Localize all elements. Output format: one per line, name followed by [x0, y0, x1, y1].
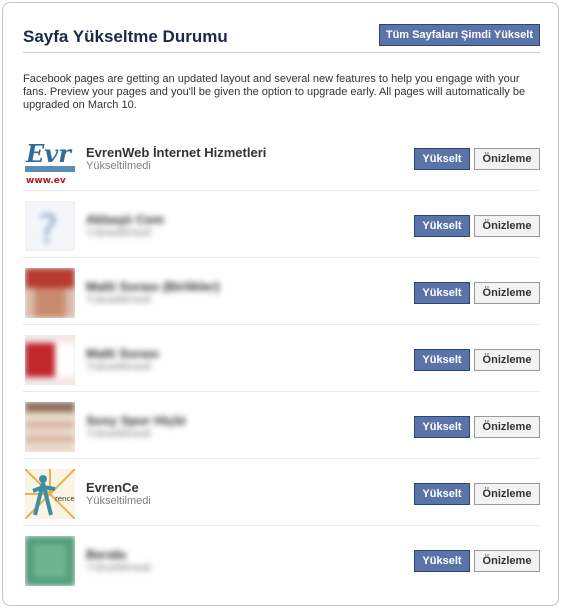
page-status: Yükseltilmedi	[86, 361, 151, 373]
page-status: Yükseltilmedi	[86, 428, 151, 440]
page-name[interactable]: EvrenCe	[86, 480, 139, 495]
upgrade-button[interactable]: Yükselt	[414, 483, 470, 505]
page-thumbnail: ?	[25, 201, 75, 251]
page-row: Malti Sorası (Birlikler) Yükseltilmedi Y…	[23, 258, 540, 325]
preview-button[interactable]: Önizleme	[474, 215, 540, 237]
page-thumbnail	[25, 335, 75, 385]
page-status: Yükseltilmedi	[86, 495, 151, 507]
page-row: Sosy Spor Hiçbi Yükseltilmedi Yükselt Ön…	[23, 392, 540, 459]
page-row: Berabı Yükseltilmedi Yükselt Önizleme	[23, 526, 540, 593]
intro-text: Facebook pages are getting an updated la…	[23, 73, 526, 111]
page-list: Evr www.ev EvrenWeb İnternet Hizmetleri …	[23, 124, 540, 593]
upgrade-all-button[interactable]: Tüm Sayfaları Şimdi Yükselt	[378, 24, 540, 46]
upgrade-status-dialog: Sayfa Yükseltme Durumu Tüm Sayfaları Şim…	[2, 2, 559, 606]
page-status: Yükseltilmedi	[86, 294, 151, 306]
page-thumbnail	[25, 402, 75, 452]
page-row: Malti Sorası Yükseltilmedi Yükselt Önizl…	[23, 325, 540, 392]
page-status: Yükseltilmedi	[86, 562, 151, 574]
upgrade-button[interactable]: Yükselt	[414, 550, 470, 572]
page-name[interactable]: Malti Sorası	[86, 346, 159, 361]
page-status: Yükseltilmedi	[86, 160, 151, 172]
upgrade-button[interactable]: Yükselt	[414, 215, 470, 237]
svg-text:Evr: Evr	[25, 139, 73, 168]
page-name[interactable]: Berabı	[86, 547, 126, 562]
page-row: Evr www.ev EvrenWeb İnternet Hizmetleri …	[23, 124, 540, 191]
svg-text:?: ?	[37, 207, 58, 251]
page-title: Sayfa Yükseltme Durumu	[23, 27, 228, 46]
preview-button[interactable]: Önizleme	[474, 416, 540, 438]
page-name[interactable]: Malti Sorası (Birlikler)	[86, 279, 220, 294]
dialog-header: Sayfa Yükseltme Durumu Tüm Sayfaları Şim…	[23, 23, 540, 53]
preview-button[interactable]: Önizleme	[474, 148, 540, 170]
preview-button[interactable]: Önizleme	[474, 483, 540, 505]
svg-text:rence: rence	[55, 495, 75, 503]
upgrade-button[interactable]: Yükselt	[414, 282, 470, 304]
page-name[interactable]: Sosy Spor Hiçbi	[86, 413, 186, 428]
page-status: Yükseltilmedi	[86, 227, 151, 239]
page-thumbnail	[25, 536, 75, 586]
upgrade-button[interactable]: Yükselt	[414, 349, 470, 371]
preview-button[interactable]: Önizleme	[474, 282, 540, 304]
page-thumbnail: Evr www.ev	[25, 134, 75, 184]
upgrade-button[interactable]: Yükselt	[414, 416, 470, 438]
page-thumbnail: rence	[25, 469, 75, 519]
preview-button[interactable]: Önizleme	[474, 550, 540, 572]
upgrade-button[interactable]: Yükselt	[414, 148, 470, 170]
page-thumbnail	[25, 268, 75, 318]
svg-text:www.ev: www.ev	[26, 176, 66, 184]
page-name[interactable]: EvrenWeb İnternet Hizmetleri	[86, 145, 266, 160]
page-row: rence EvrenCe Yükseltilmedi Yükselt Öniz…	[23, 459, 540, 526]
page-row: ? Akbaşlı Cem Yükseltilmedi Yükselt Öniz…	[23, 191, 540, 258]
page-name[interactable]: Akbaşlı Cem	[86, 212, 164, 227]
preview-button[interactable]: Önizleme	[474, 349, 540, 371]
